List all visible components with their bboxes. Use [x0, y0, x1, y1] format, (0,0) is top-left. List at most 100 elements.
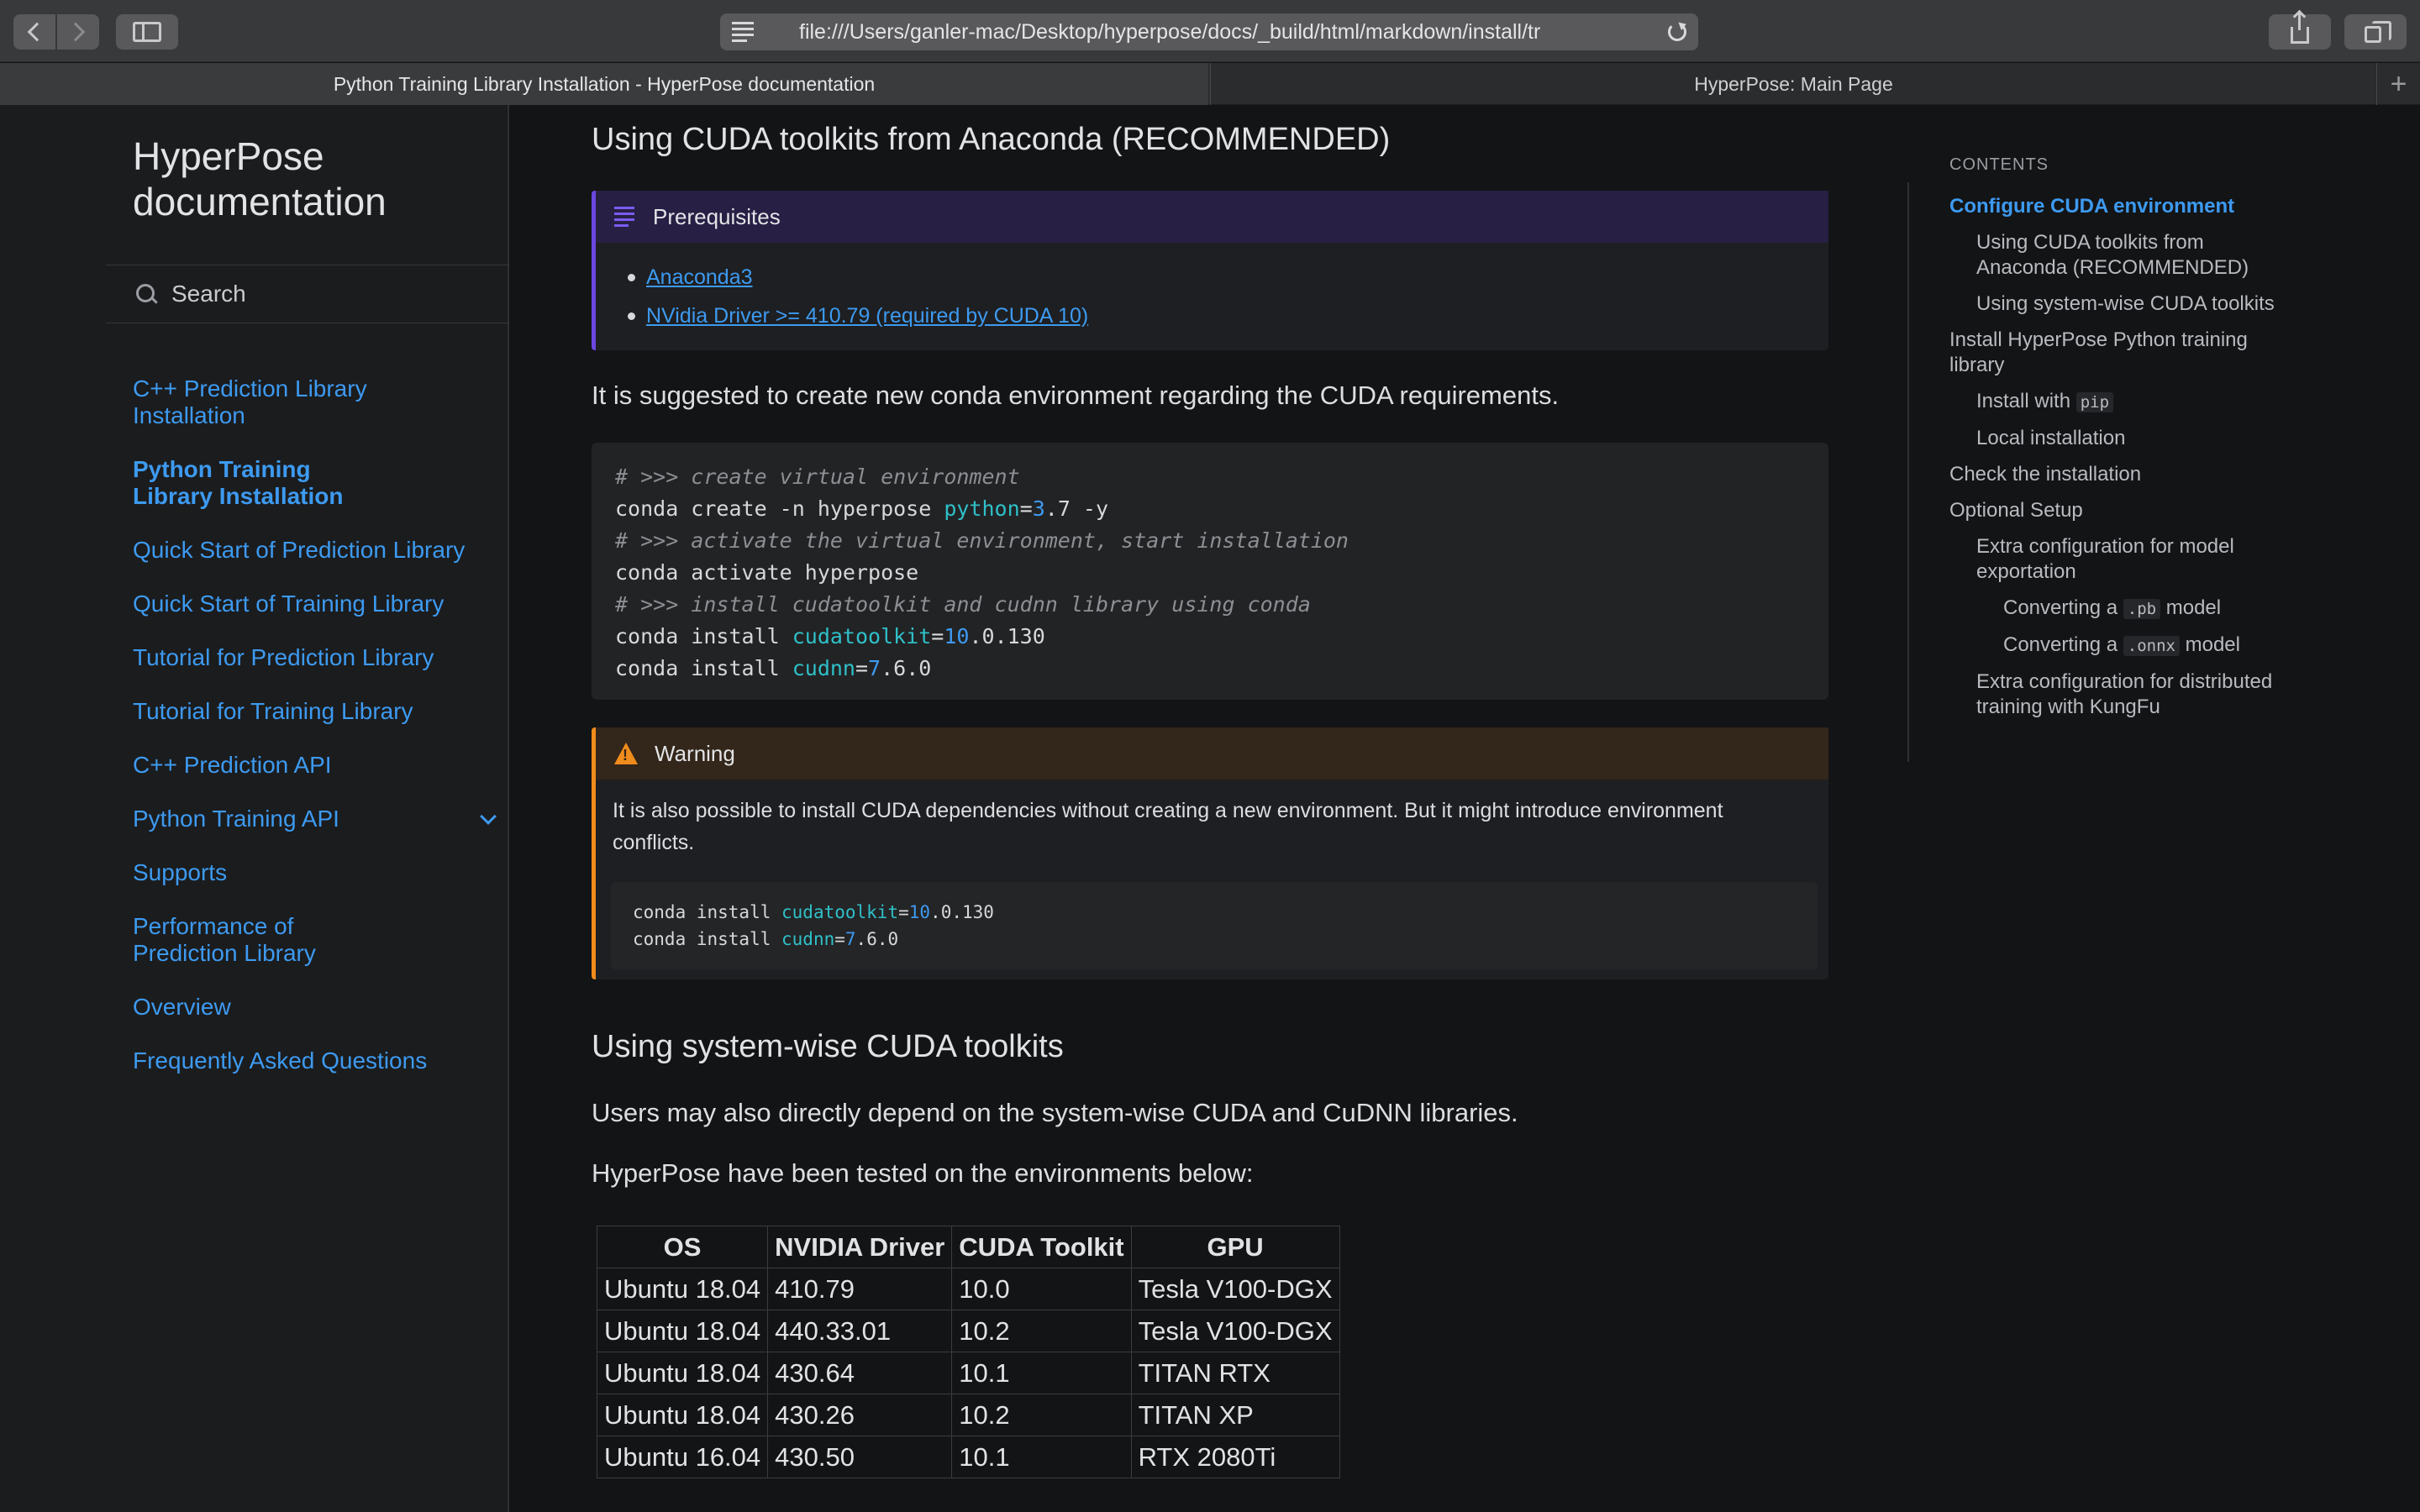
- sidebar-item-python-api[interactable]: Python Training API: [133, 806, 497, 832]
- tested-paragraph: HyperPose have been tested on the enviro…: [592, 1158, 1254, 1188]
- sidebar-item-cpp-install[interactable]: C++ Prediction Library Installation: [133, 375, 385, 429]
- sidebar-item-tutorial-training[interactable]: Tutorial for Training Library: [133, 698, 494, 725]
- sidebar-item-label: Python Training API: [133, 806, 339, 832]
- table-cell: Tesla V100-DGX: [1130, 1310, 1340, 1352]
- inline-code: pip: [2075, 392, 2114, 412]
- section-heading-conda: Using CUDA toolkits from Anaconda (RECOM…: [592, 122, 1391, 157]
- tab-active[interactable]: Python Training Library Installation - H…: [0, 63, 1208, 105]
- address-bar[interactable]: file:///Users/ganler-mac/Desktop/hyperpo…: [720, 13, 1698, 50]
- code-text: conda install: [615, 656, 792, 680]
- table-cell: 10.2: [951, 1310, 1132, 1352]
- tab-main-page[interactable]: HyperPose: Main Page: [1210, 63, 2376, 105]
- column-header-gpu: GPU: [1130, 1226, 1340, 1268]
- table-cell: Tesla V100-DGX: [1130, 1268, 1340, 1310]
- code-text: .6.0: [881, 656, 932, 680]
- toc-item-optional-setup[interactable]: Optional Setup: [1949, 498, 2286, 523]
- table-cell: 410.79: [767, 1268, 953, 1310]
- code-number: 7: [844, 929, 856, 949]
- list-icon: [614, 207, 634, 227]
- table-cell: 10.2: [951, 1394, 1132, 1436]
- url-text[interactable]: file:///Users/ganler-mac/Desktop/hyperpo…: [799, 20, 1648, 45]
- table-cell: 430.64: [767, 1352, 953, 1394]
- toc-item-distributed-kungfu[interactable]: Extra configuration for distributed trai…: [1949, 669, 2286, 720]
- reader-icon[interactable]: [732, 22, 754, 42]
- table-cell: 10.1: [951, 1352, 1132, 1394]
- sidebar-item-cpp-api[interactable]: C++ Prediction API: [133, 752, 494, 779]
- back-button[interactable]: [13, 14, 55, 50]
- code-keyword: cudatoolkit: [792, 624, 932, 648]
- toc-item-convert-pb[interactable]: Converting a .pb model: [1949, 596, 2286, 622]
- sidebar-item-overview[interactable]: Overview: [133, 994, 494, 1021]
- warning-header: Warning: [596, 727, 1828, 780]
- suggest-paragraph: It is suggested to create new conda envi…: [592, 381, 1560, 410]
- table-cell: RTX 2080Ti: [1130, 1436, 1340, 1478]
- sidebar-item-performance[interactable]: Performance of Prediction Library: [133, 913, 385, 967]
- reload-icon[interactable]: [1668, 23, 1686, 41]
- toc-item-install-python[interactable]: Install HyperPose Python training librar…: [1949, 328, 2286, 378]
- table-cell: Ubuntu 18.04: [596, 1394, 769, 1436]
- toc-item-configure-cuda[interactable]: Configure CUDA environment: [1949, 194, 2286, 219]
- tabs-icon: [2365, 21, 2391, 43]
- prerequisites-title: Prerequisites: [653, 203, 781, 229]
- code-text: conda activate hyperpose: [615, 560, 919, 585]
- forward-button[interactable]: [57, 14, 99, 50]
- sidebar-item-quickstart-training[interactable]: Quick Start of Training Library: [133, 591, 494, 617]
- table-cell: Ubuntu 16.04: [596, 1436, 769, 1478]
- code-text: conda install: [633, 902, 782, 922]
- search-input[interactable]: [171, 281, 474, 307]
- code-text: =: [898, 902, 909, 922]
- code-comment: # >>> install cudatoolkit and cudnn libr…: [615, 592, 1311, 617]
- site-brand[interactable]: HyperPose documentation: [133, 134, 469, 224]
- code-block-warning[interactable]: conda install cudatoolkit=10.0.130 conda…: [611, 882, 1818, 969]
- code-text: conda install: [633, 929, 782, 949]
- sidebar-icon: [133, 22, 161, 42]
- toc-item-model-export[interactable]: Extra configuration for model exportatio…: [1949, 534, 2286, 585]
- table-cell: 440.33.01: [767, 1310, 953, 1352]
- sidebar-item-python-install[interactable]: Python Training Library Installation: [133, 456, 385, 510]
- anaconda-link[interactable]: Anaconda3: [646, 265, 753, 289]
- sidebar-toggle-button[interactable]: [116, 14, 178, 50]
- code-text: =: [855, 656, 869, 680]
- code-text: conda create -n hyperpose: [615, 496, 944, 521]
- code-text: =: [931, 624, 944, 648]
- show-tabs-button[interactable]: [2344, 14, 2407, 50]
- toc-item-convert-onnx[interactable]: Converting a .onnx model: [1949, 633, 2286, 659]
- table-cell: TITAN RTX: [1130, 1352, 1340, 1394]
- share-icon: [2291, 12, 2309, 44]
- share-button[interactable]: [2269, 12, 2331, 50]
- toc-item-check-install[interactable]: Check the installation: [1949, 462, 2286, 487]
- sidebar-nav: C++ Prediction Library Installation Pyth…: [133, 375, 497, 1101]
- toc-item-cuda-system[interactable]: Using system-wise CUDA toolkits: [1949, 291, 2286, 317]
- sidebar-item-quickstart-prediction[interactable]: Quick Start of Prediction Library: [133, 537, 494, 564]
- toc-item-install-pip[interactable]: Install with pip: [1949, 389, 2286, 415]
- code-keyword: cudatoolkit: [781, 902, 899, 922]
- code-text: conda install: [615, 624, 792, 648]
- sidebar-item-tutorial-prediction[interactable]: Tutorial for Prediction Library: [133, 644, 494, 671]
- toc-item-cuda-anaconda[interactable]: Using CUDA toolkits from Anaconda (RECOM…: [1949, 230, 2286, 281]
- code-text: .0.130: [930, 902, 994, 922]
- code-number: 10: [908, 902, 931, 922]
- prerequisites-admonition: Prerequisites Anaconda3 NVidia Driver >=…: [592, 191, 1828, 350]
- nvidia-driver-link[interactable]: NVidia Driver >= 410.79 (required by CUD…: [646, 304, 1088, 328]
- sidebar-item-supports[interactable]: Supports: [133, 859, 494, 886]
- table-row: Ubuntu 18.04 430.26 10.2 TITAN XP: [596, 1394, 1340, 1436]
- warning-title: Warning: [655, 740, 735, 766]
- toc-item-label: Converting a: [2003, 633, 2123, 656]
- sidebar: HyperPose documentation C++ Prediction L…: [0, 105, 509, 1512]
- table-cell: Ubuntu 18.04: [596, 1268, 769, 1310]
- sidebar-item-faq[interactable]: Frequently Asked Questions: [133, 1047, 494, 1074]
- code-block-conda[interactable]: # >>> create virtual environment conda c…: [592, 443, 1828, 700]
- warning-admonition: Warning It is also possible to install C…: [592, 727, 1828, 979]
- code-text: =: [1019, 496, 1033, 521]
- code-keyword: cudnn: [781, 929, 835, 949]
- table-cell: TITAN XP: [1130, 1394, 1340, 1436]
- section-heading-system: Using system-wise CUDA toolkits: [592, 1029, 1064, 1064]
- table-row: Ubuntu 18.04 440.33.01 10.2 Tesla V100-D…: [596, 1310, 1340, 1352]
- chevron-left-icon: [27, 22, 47, 42]
- new-tab-button[interactable]: +: [2376, 63, 2420, 105]
- code-number: 7: [868, 656, 881, 680]
- table-cell: 430.26: [767, 1394, 953, 1436]
- toc-item-local-install[interactable]: Local installation: [1949, 426, 2286, 451]
- chevron-down-icon[interactable]: [480, 808, 497, 825]
- list-item: NVidia Driver >= 410.79 (required by CUD…: [628, 297, 1828, 335]
